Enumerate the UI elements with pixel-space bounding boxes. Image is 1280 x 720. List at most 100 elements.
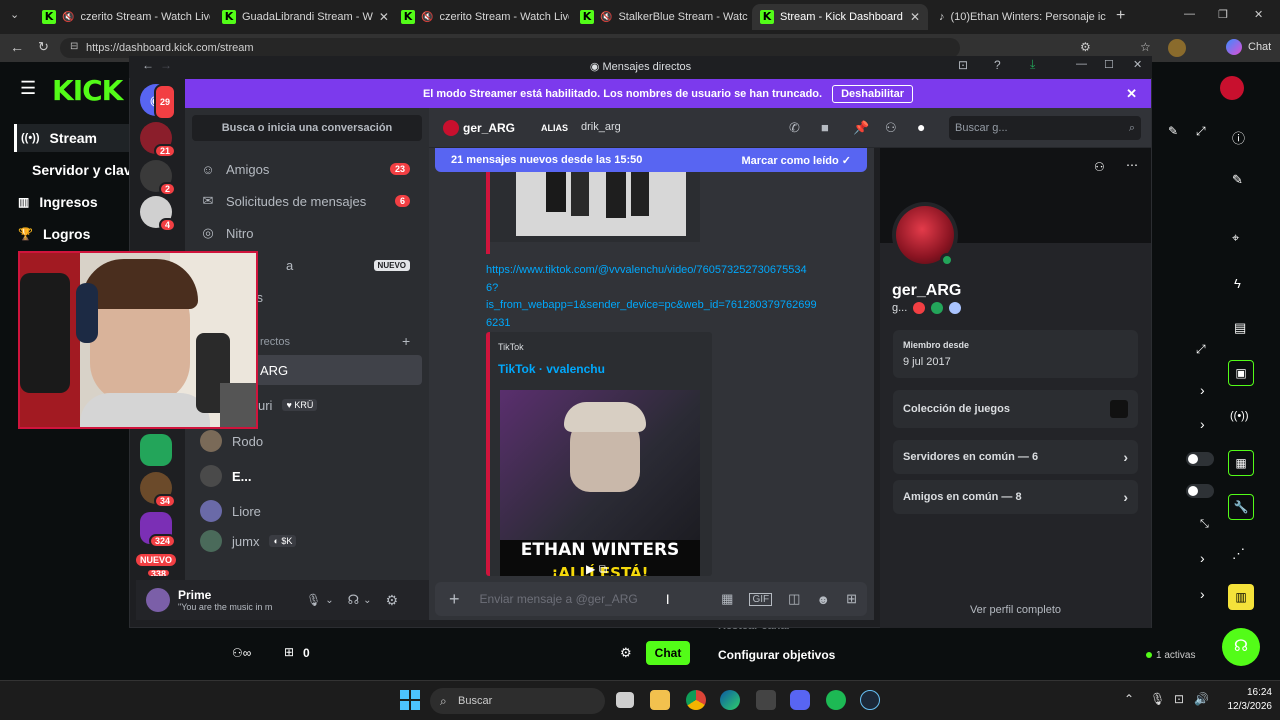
volume-icon[interactable]: 🔊 bbox=[1194, 692, 1209, 706]
call-icon[interactable]: ✆ bbox=[789, 120, 800, 136]
tray-chevron-icon[interactable]: ⌃ bbox=[1124, 692, 1134, 706]
toggle-switch[interactable] bbox=[1186, 452, 1214, 466]
embed-video-thumbnail[interactable]: ETHAN WINTERS ¡ALLÍ ESTÁ! ▶ ⧉ bbox=[500, 390, 700, 576]
discord-icon[interactable] bbox=[790, 690, 810, 710]
minimize-window-icon[interactable]: — bbox=[1184, 8, 1195, 20]
tab-list-chevron-icon[interactable]: ⌄ bbox=[10, 8, 19, 21]
avatar[interactable] bbox=[146, 588, 170, 612]
microphone-icon[interactable]: 🎙 bbox=[306, 593, 321, 607]
chat-settings-icon[interactable]: ⚙ bbox=[620, 645, 632, 661]
headphones-icon[interactable]: ☊ bbox=[348, 592, 360, 608]
focus-icon[interactable]: ⌖ bbox=[1232, 230, 1239, 246]
mutual-servers-row[interactable]: Servidores en común — 6 › bbox=[893, 440, 1138, 474]
taskbar-clock[interactable]: 16:24 12/3/2026 bbox=[1216, 686, 1273, 714]
pin-icon[interactable]: 📌 bbox=[853, 120, 869, 136]
extensions-icon[interactable]: ⚙ bbox=[1080, 40, 1091, 54]
inbox-icon[interactable]: ⊡ bbox=[958, 58, 968, 72]
chevron-right-icon[interactable]: › bbox=[1200, 550, 1205, 566]
back-icon[interactable]: ← bbox=[10, 39, 24, 55]
kick-user-avatar[interactable] bbox=[1220, 76, 1244, 100]
message-input[interactable]: Enviar mensaje a @ger_ARG bbox=[480, 592, 638, 606]
browser-tab[interactable]: ♪ (10)Ethan Winters: Personaje ic ✕ bbox=[931, 4, 1107, 30]
server-icon[interactable]: 4 bbox=[140, 196, 176, 232]
tiktok-link[interactable]: https://www.tiktok.com/@vvvalenchu/video… bbox=[486, 262, 856, 332]
windows-start-icon[interactable] bbox=[400, 690, 420, 710]
broadcast-status-icon[interactable]: ((•)) bbox=[1230, 410, 1249, 422]
forward-icon[interactable]: → bbox=[160, 58, 172, 72]
profile-avatar[interactable] bbox=[1168, 39, 1186, 57]
kick-logo[interactable]: KICK bbox=[52, 74, 123, 107]
close-icon[interactable]: ✕ bbox=[1133, 58, 1142, 71]
hamburger-menu-icon[interactable]: ☰ bbox=[20, 78, 36, 99]
layout-icon[interactable]: ▦ bbox=[1228, 450, 1254, 476]
add-friends-icon[interactable]: ⚇ bbox=[885, 120, 897, 136]
chat-send-button[interactable]: Chat bbox=[646, 641, 690, 665]
embed-image[interactable] bbox=[516, 172, 686, 236]
server-icon[interactable]: 21 bbox=[140, 122, 176, 158]
edge-icon[interactable] bbox=[720, 690, 740, 710]
video-call-icon[interactable]: ■ bbox=[821, 120, 829, 135]
profile-username[interactable]: ger_ARG bbox=[892, 282, 961, 300]
close-window-icon[interactable]: ✕ bbox=[1254, 8, 1263, 21]
game-collection-card[interactable]: Colección de juegos bbox=[893, 390, 1138, 428]
disable-streamer-button[interactable]: Deshabilitar bbox=[832, 84, 914, 103]
clipboard-icon[interactable]: ▥ bbox=[1228, 584, 1254, 610]
share-icon[interactable]: ⋰ bbox=[1232, 546, 1245, 562]
dm-nav-friends[interactable]: ☺ Amigos 23 bbox=[192, 154, 422, 184]
badge-icon[interactable] bbox=[913, 302, 926, 314]
support-chat-icon[interactable]: ☊ bbox=[1222, 628, 1260, 666]
user-panel-info[interactable]: Prime "You are the music in m bbox=[178, 588, 298, 612]
chevron-down-icon[interactable]: ⌄ bbox=[363, 595, 371, 606]
user-settings-icon[interactable]: ⚙ bbox=[386, 592, 399, 609]
network-icon[interactable]: ⊡ bbox=[1174, 692, 1184, 706]
browser-tab-active[interactable]: K Stream - Kick Dashboard ✕ bbox=[752, 4, 928, 30]
kick-nav-ingresos[interactable]: ▥ Ingresos bbox=[14, 188, 132, 216]
attach-plus-icon[interactable]: + bbox=[449, 589, 460, 610]
minimize-icon[interactable]: — bbox=[1076, 58, 1087, 70]
favorites-icon[interactable]: ☆ bbox=[1140, 40, 1151, 54]
restore-window-icon[interactable]: ❐ bbox=[1218, 8, 1228, 21]
address-bar[interactable]: https://dashboard.kick.com/stream bbox=[60, 38, 960, 58]
close-tab-icon[interactable]: ✕ bbox=[379, 10, 389, 24]
spotify-icon[interactable] bbox=[826, 690, 846, 710]
dm-nav-message-requests[interactable]: ✉ Solicitudes de mensajes 6 bbox=[192, 186, 422, 216]
nitro-badge-icon[interactable] bbox=[949, 302, 962, 314]
dm-user-row[interactable]: E... bbox=[192, 461, 422, 491]
activas-label[interactable]: 1 activas bbox=[1156, 650, 1195, 661]
badge-icon[interactable] bbox=[931, 302, 944, 314]
dm-user-row[interactable]: Rodo bbox=[192, 426, 422, 456]
back-icon[interactable]: ← bbox=[142, 58, 154, 72]
server-icon[interactable]: 324 bbox=[140, 512, 176, 548]
browser-tab[interactable]: K GuadaLibrandi Stream - W ✕ bbox=[214, 4, 390, 30]
apps-icon[interactable]: ⊞ bbox=[846, 591, 857, 607]
new-messages-bar[interactable]: 21 mensajes nuevos desde las 15:50 Marca… bbox=[435, 148, 867, 172]
close-banner-icon[interactable]: ✕ bbox=[1126, 86, 1137, 102]
create-dm-icon[interactable]: + bbox=[402, 333, 410, 349]
chrome-icon[interactable] bbox=[686, 690, 706, 710]
browser-tab[interactable]: K 🔇 czerito Stream - Watch Live ✕ bbox=[34, 4, 210, 30]
taskbar-search[interactable]: ⌕ Buscar bbox=[430, 688, 605, 714]
browser-tab[interactable]: K 🔇 czerito Stream - Watch Live ✕ bbox=[393, 4, 569, 30]
copilot-chat-label[interactable]: Chat bbox=[1248, 41, 1271, 53]
browser-tab[interactable]: K 🔇 StalkerBlue Stream - Watch ✕ bbox=[572, 4, 748, 30]
play-icon[interactable]: ▶ ⧉ bbox=[586, 562, 607, 576]
configure-goals[interactable]: Configurar objetivos bbox=[718, 648, 835, 662]
help-icon[interactable]: ? bbox=[994, 58, 1001, 72]
sticker-icon[interactable]: ◫ bbox=[788, 591, 800, 607]
emoji-icon[interactable]: ☻ bbox=[816, 592, 830, 607]
chevron-right-icon[interactable]: › bbox=[1200, 416, 1205, 432]
kick-nav-logros[interactable]: 🏆 Logros bbox=[14, 220, 132, 248]
chat-username[interactable]: ger_ARG bbox=[463, 121, 515, 135]
embed-title[interactable]: TikTok · vvalenchu bbox=[498, 362, 605, 376]
wrench-icon[interactable]: 🔧 bbox=[1228, 494, 1254, 520]
maximize-icon[interactable]: ☐ bbox=[1104, 58, 1114, 71]
server-icon[interactable]: 34 bbox=[140, 472, 176, 508]
avatar[interactable] bbox=[443, 120, 459, 136]
gif-icon[interactable]: GIF bbox=[749, 592, 773, 606]
edit-icon[interactable]: ✎ bbox=[1232, 172, 1243, 188]
task-view-icon[interactable] bbox=[616, 692, 634, 708]
site-info-icon[interactable]: ⊟ bbox=[70, 41, 78, 52]
view-full-profile-link[interactable]: Ver perfil completo bbox=[880, 604, 1151, 616]
dm-search-button[interactable]: Busca o inicia una conversación bbox=[192, 115, 422, 141]
steam-icon[interactable] bbox=[860, 690, 880, 710]
